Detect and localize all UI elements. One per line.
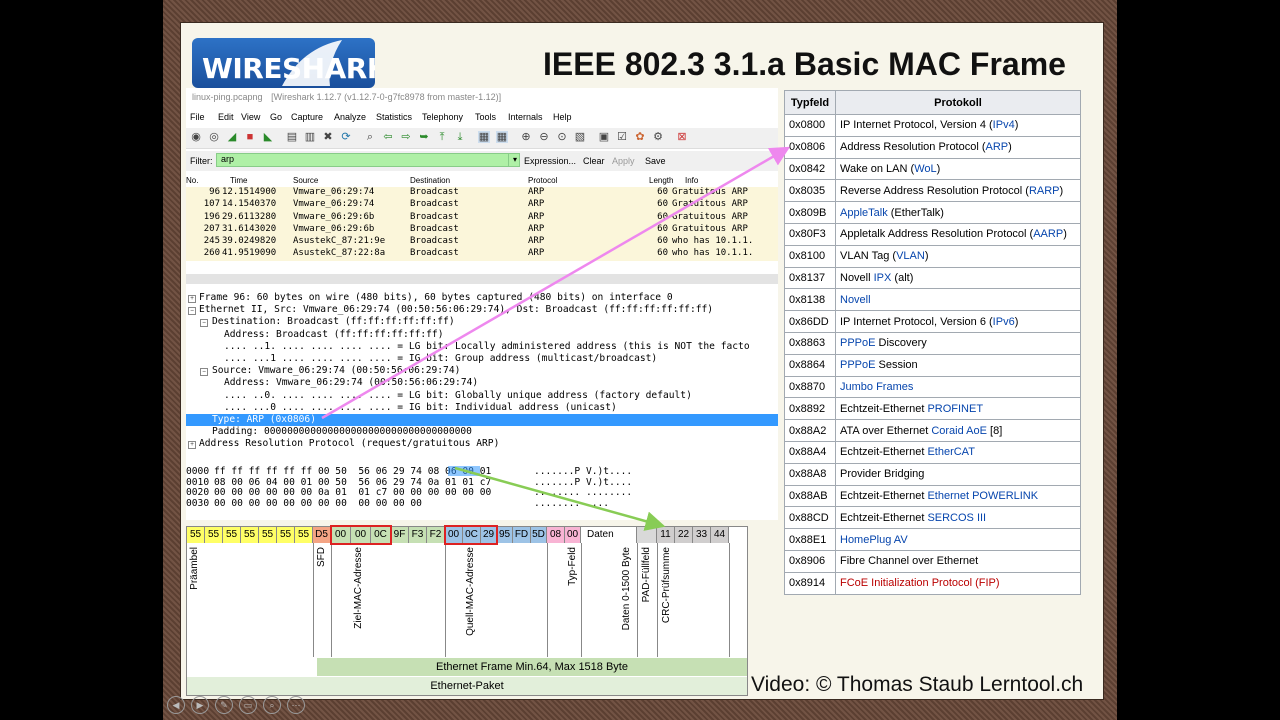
pink-arrow — [321, 146, 791, 420]
green-arrow — [454, 466, 666, 531]
annotation-arrows — [321, 146, 791, 531]
